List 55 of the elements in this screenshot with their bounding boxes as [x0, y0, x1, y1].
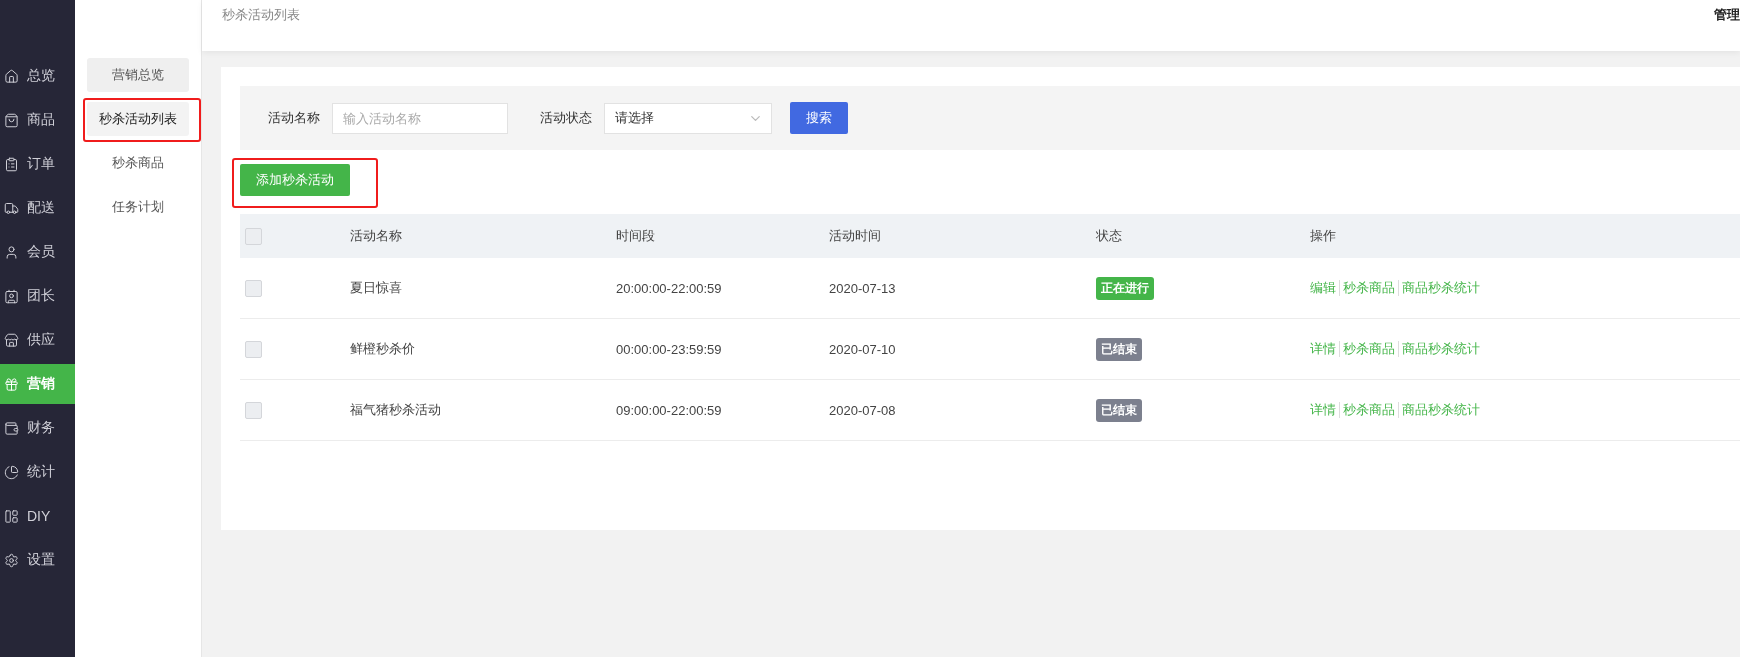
- nav-item[interactable]: 设置: [0, 540, 75, 580]
- nav-item[interactable]: DIY: [0, 496, 75, 536]
- store-icon: [4, 332, 19, 348]
- table-cell: 00:00:00-23:59:59: [616, 341, 722, 357]
- table-cell: 2020-07-10: [829, 341, 896, 357]
- nav-item[interactable]: 财务: [0, 408, 75, 448]
- column-header: 时间段: [616, 227, 655, 245]
- column-header: 活动名称: [350, 227, 402, 245]
- home-icon: [4, 68, 19, 84]
- column-header: 活动时间: [829, 227, 881, 245]
- nav-item[interactable]: 订单: [0, 144, 75, 184]
- search-button[interactable]: 搜索: [790, 102, 848, 134]
- checkbox[interactable]: [245, 340, 262, 358]
- submenu-item[interactable]: 秒杀活动列表: [87, 102, 189, 136]
- nav-item[interactable]: 团长: [0, 276, 75, 316]
- table-cell: 鲜橙秒杀价: [350, 340, 415, 358]
- clipboard-icon: [4, 156, 19, 172]
- gift-icon: [4, 376, 19, 392]
- checkbox[interactable]: [245, 227, 262, 245]
- column-header: 状态: [1096, 227, 1122, 245]
- submenu-item[interactable]: 秒杀商品: [87, 146, 189, 180]
- truck-icon: [4, 200, 19, 216]
- status-select[interactable]: 请选择: [604, 102, 772, 134]
- user-icon: [4, 244, 19, 260]
- field-label: 活动名称: [268, 109, 320, 127]
- nav-item[interactable]: 统计: [0, 452, 75, 492]
- bag-icon: [4, 112, 19, 128]
- field-label: 活动状态: [540, 109, 592, 127]
- nav-item[interactable]: 总览: [0, 56, 75, 96]
- table-cell: 福气猪秒杀活动: [350, 401, 441, 419]
- name-input[interactable]: 输入活动名称: [332, 102, 508, 134]
- layout-icon: [4, 508, 19, 524]
- user-name: 管理: [1714, 6, 1740, 24]
- status-badge: 已结束: [1096, 398, 1142, 422]
- nav-item[interactable]: 会员: [0, 232, 75, 272]
- status-badge: 已结束: [1096, 337, 1142, 361]
- table-cell: 2020-07-13: [829, 280, 896, 296]
- checkbox[interactable]: [245, 279, 262, 297]
- nav-item[interactable]: 供应: [0, 320, 75, 360]
- table-cell: 2020-07-08: [829, 402, 896, 418]
- table-cell: 09:00:00-22:00:59: [616, 402, 722, 418]
- table-cell: 夏日惊喜: [350, 279, 402, 297]
- settings-icon: [4, 552, 19, 568]
- submenu-item[interactable]: 任务计划: [87, 190, 189, 224]
- nav-item[interactable]: 商品: [0, 100, 75, 140]
- page-title: 秒杀活动列表: [222, 6, 300, 24]
- nav-item[interactable]: 配送: [0, 188, 75, 228]
- submenu-item[interactable]: 营销总览: [87, 58, 189, 92]
- checkbox[interactable]: [245, 401, 262, 419]
- contact-icon: [4, 288, 19, 304]
- pie-chart-icon: [4, 464, 19, 480]
- wallet-icon: [4, 420, 19, 436]
- column-header: 操作: [1310, 227, 1336, 245]
- status-badge: 正在进行: [1096, 276, 1154, 300]
- table-cell: 20:00:00-22:00:59: [616, 280, 722, 296]
